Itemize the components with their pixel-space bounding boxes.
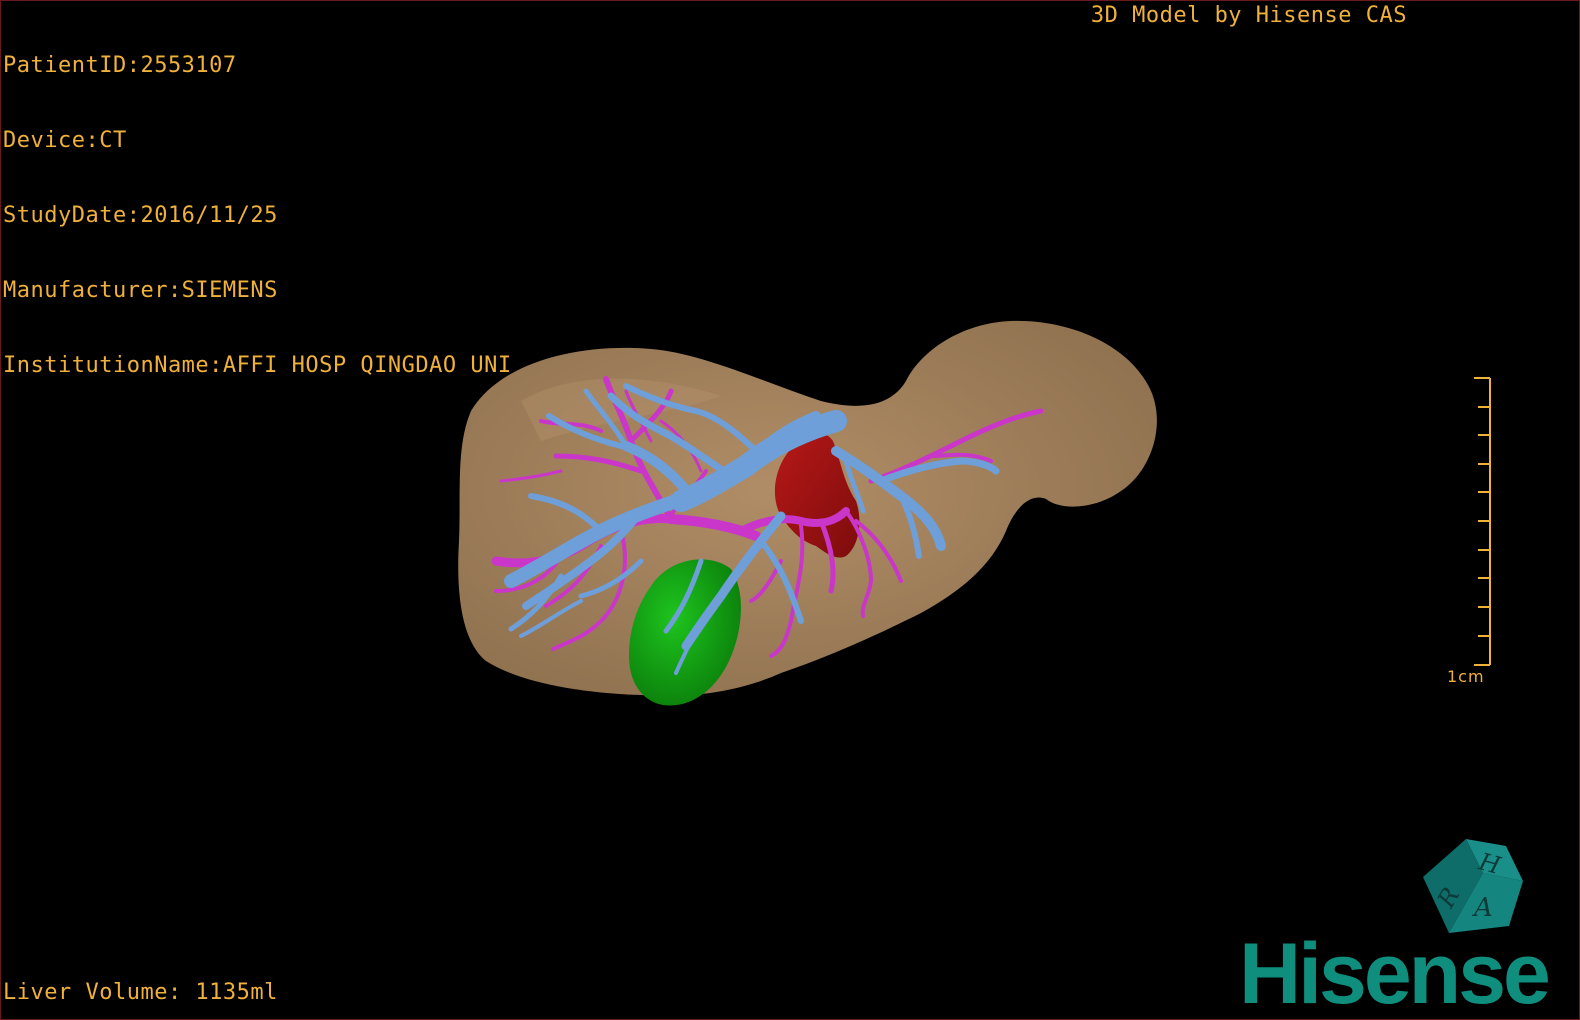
scale-label: 1cm <box>1447 667 1485 686</box>
3d-viewport[interactable]: PatientID:2553107 Device:CT StudyDate:20… <box>0 0 1580 1020</box>
orientation-cube[interactable]: H R A <box>1423 839 1523 933</box>
scale-bar <box>1474 377 1491 666</box>
hisense-logo: Hisense <box>1239 926 1551 1020</box>
liver-3d-model[interactable]: H R A <box>1 1 1579 1019</box>
liver-volume: Liver Volume: 1135ml <box>3 980 278 1005</box>
cube-label-a: A <box>1472 893 1493 923</box>
